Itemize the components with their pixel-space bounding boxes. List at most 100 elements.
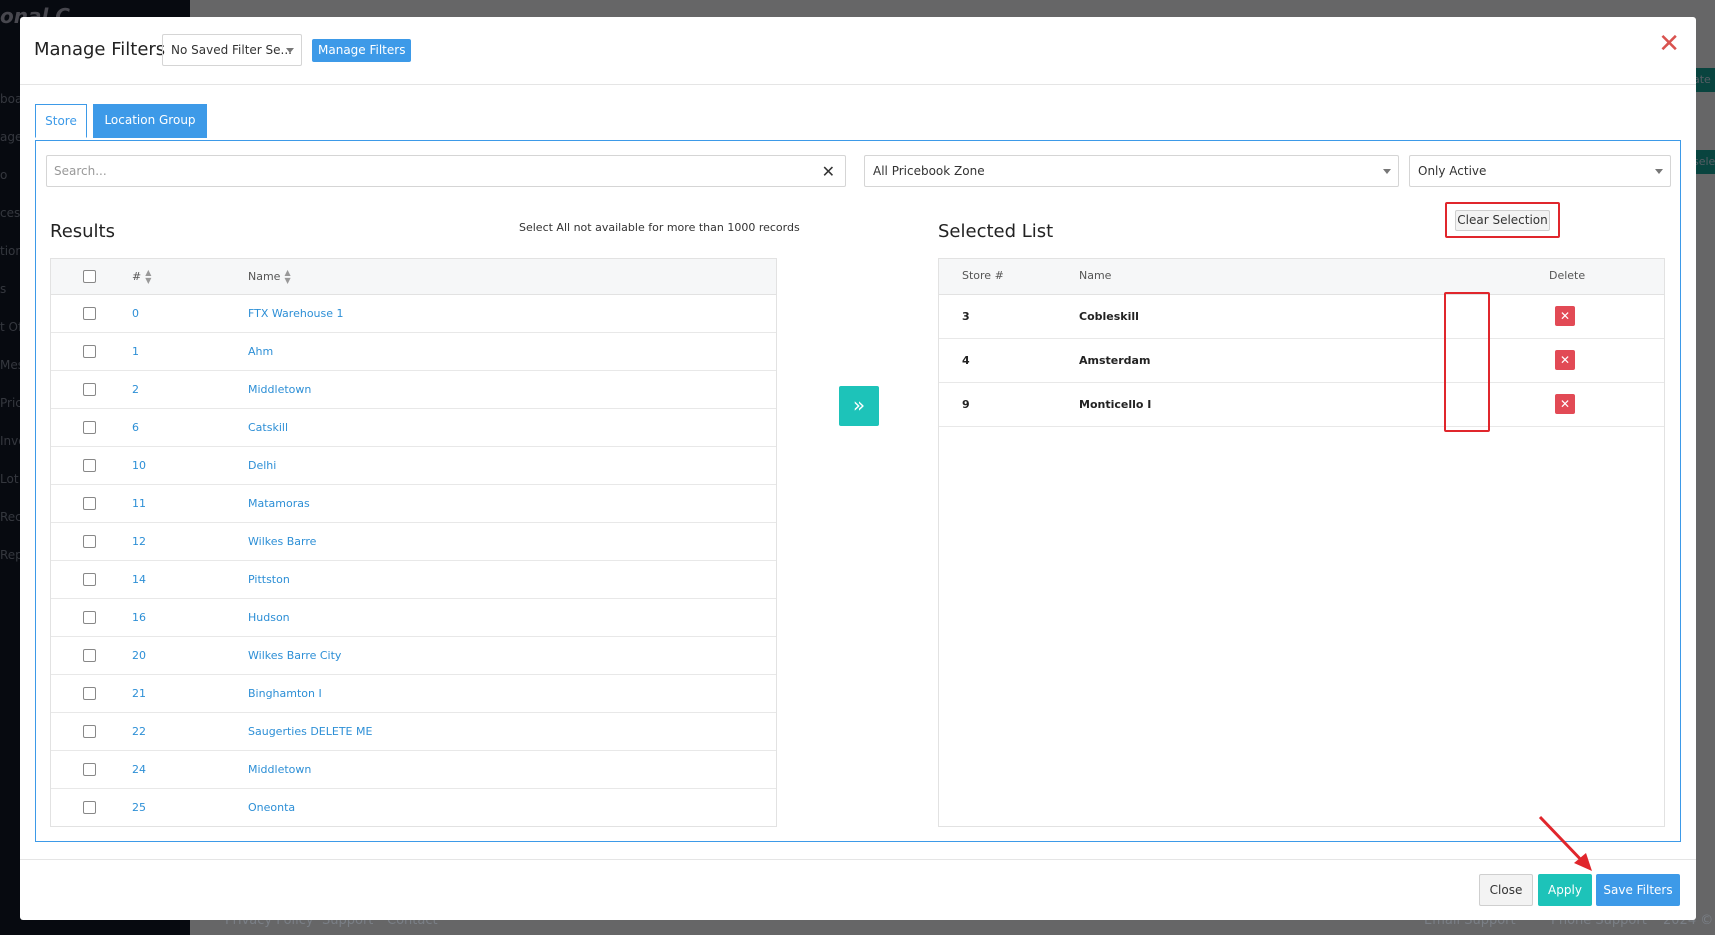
row-checkbox[interactable] [83,801,96,814]
store-name-link[interactable]: Hudson [248,611,290,624]
selected-row: 9 Monticello I ✕ [939,383,1664,427]
store-name-link[interactable]: Oneonta [248,801,295,814]
row-checkbox[interactable] [83,535,96,548]
clear-selection-button[interactable]: Clear Selection [1455,210,1550,231]
sort-icon: ▲ ▼ [284,268,291,285]
store-name-link[interactable]: Saugerties DELETE ME [248,725,372,738]
row-checkbox[interactable] [83,611,96,624]
store-number-link[interactable]: 11 [132,497,146,510]
close-icon[interactable]: ✕ [1658,31,1680,57]
table-row[interactable]: 22 Saugerties DELETE ME [51,713,776,751]
selected-table-header: Store # Name Delete [939,259,1664,295]
row-checkbox[interactable] [83,421,96,434]
column-header-name[interactable]: Name ▲ ▼ [248,269,291,285]
save-filters-button[interactable]: Save Filters [1596,874,1680,906]
selected-store-name: Cobleskill [1079,310,1139,323]
column-header-number[interactable]: # ▲ ▼ [132,269,151,285]
results-table-header: # ▲ ▼ Name ▲ ▼ [51,259,776,295]
table-row[interactable]: 11 Matamoras [51,485,776,523]
row-checkbox[interactable] [83,573,96,586]
store-number-link[interactable]: 6 [132,421,139,434]
row-checkbox[interactable] [83,649,96,662]
table-row[interactable]: 14 Pittston [51,561,776,599]
table-row[interactable]: 6 Catskill [51,409,776,447]
selected-store-name: Amsterdam [1079,354,1151,367]
move-to-selected-button[interactable]: » [839,386,879,426]
store-name-link[interactable]: Delhi [248,459,276,472]
selected-list-title: Selected List [938,221,1054,242]
tab-location-group[interactable]: Location Group [93,104,207,138]
row-checkbox[interactable] [83,383,96,396]
row-checkbox[interactable] [83,725,96,738]
apply-button[interactable]: Apply [1538,874,1592,906]
store-number-link[interactable]: 10 [132,459,146,472]
store-number-link[interactable]: 16 [132,611,146,624]
store-number-link[interactable]: 2 [132,383,139,396]
row-checkbox[interactable] [83,497,96,510]
store-name-link[interactable]: Pittston [248,573,290,586]
store-name-link[interactable]: Binghamton I [248,687,322,700]
table-row[interactable]: 1 Ahm [51,333,776,371]
saved-filter-value: No Saved Filter Se... [171,43,292,57]
saved-filter-select[interactable]: No Saved Filter Se... [162,34,302,66]
store-number-link[interactable]: 14 [132,573,146,586]
column-header-store-number: Store # [962,269,1004,282]
selected-store-number: 3 [962,310,970,323]
delete-icon[interactable]: ✕ [1555,306,1575,326]
clear-search-icon[interactable]: ✕ [822,162,835,181]
results-title: Results [50,221,115,242]
store-number-link[interactable]: 20 [132,649,146,662]
row-checkbox[interactable] [83,687,96,700]
close-button[interactable]: Close [1479,874,1533,906]
pricebook-zone-value: All Pricebook Zone [873,164,985,178]
table-row[interactable]: 16 Hudson [51,599,776,637]
table-row[interactable]: 2 Middletown [51,371,776,409]
status-value: Only Active [1418,164,1487,178]
store-number-link[interactable]: 24 [132,763,146,776]
status-select[interactable]: Only Active [1409,155,1671,187]
table-row[interactable]: 10 Delhi [51,447,776,485]
row-checkbox[interactable] [83,763,96,776]
table-row[interactable]: 25 Oneonta [51,789,776,827]
table-row[interactable]: 21 Binghamton I [51,675,776,713]
row-checkbox[interactable] [83,345,96,358]
pricebook-zone-select[interactable]: All Pricebook Zone [864,155,1399,187]
table-row[interactable]: 0 FTX Warehouse 1 [51,295,776,333]
search-field[interactable]: ✕ [46,155,846,187]
caret-down-icon [286,48,294,53]
sort-icon: ▲ ▼ [145,268,152,285]
store-name-link[interactable]: Wilkes Barre [248,535,316,548]
store-number-link[interactable]: 1 [132,345,139,358]
table-row[interactable]: 20 Wilkes Barre City [51,637,776,675]
modal-title: Manage Filters [34,39,166,60]
row-checkbox[interactable] [83,459,96,472]
row-checkbox[interactable] [83,307,96,320]
store-number-link[interactable]: 25 [132,801,146,814]
store-name-link[interactable]: Matamoras [248,497,310,510]
caret-down-icon [1655,169,1663,174]
store-name-link[interactable]: Wilkes Barre City [248,649,341,662]
table-row[interactable]: 24 Middletown [51,751,776,789]
caret-down-icon [1383,169,1391,174]
select-all-note: Select All not available for more than 1… [519,221,800,234]
modal-header: Manage Filters No Saved Filter Se... Man… [20,17,1696,85]
tab-store[interactable]: Store [35,104,87,138]
search-input[interactable] [47,156,807,186]
store-name-link[interactable]: Middletown [248,763,311,776]
store-name-link[interactable]: Middletown [248,383,311,396]
store-name-link[interactable]: Ahm [248,345,273,358]
manage-filters-modal: Manage Filters No Saved Filter Se... Man… [20,17,1696,920]
store-number-link[interactable]: 21 [132,687,146,700]
store-name-link[interactable]: Catskill [248,421,288,434]
manage-filters-button[interactable]: Manage Filters [312,39,412,62]
table-row[interactable]: 12 Wilkes Barre [51,523,776,561]
delete-icon[interactable]: ✕ [1555,394,1575,414]
store-number-link[interactable]: 12 [132,535,146,548]
column-header-delete: Delete [1549,269,1586,282]
store-number-link[interactable]: 22 [132,725,146,738]
store-name-link[interactable]: FTX Warehouse 1 [248,307,344,320]
selected-store-number: 9 [962,398,970,411]
select-all-checkbox[interactable] [83,270,96,283]
delete-icon[interactable]: ✕ [1555,350,1575,370]
store-number-link[interactable]: 0 [132,307,139,320]
